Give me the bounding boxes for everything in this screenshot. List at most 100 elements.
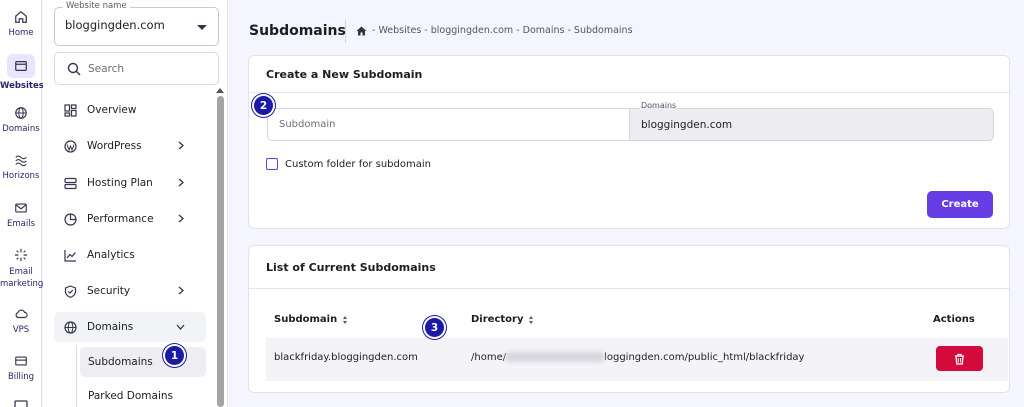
- breadcrumb-path[interactable]: - Websites - bloggingden.com - Domains -…: [372, 25, 633, 36]
- rail-label: Email marketing: [0, 267, 44, 289]
- sidebar-item-domains[interactable]: Domains: [54, 312, 206, 342]
- rail-item-domains[interactable]: Domains: [0, 106, 42, 134]
- sort-icon: [529, 315, 534, 324]
- delete-button[interactable]: [936, 346, 983, 371]
- more-icon[interactable]: [14, 400, 28, 407]
- sidebar-item-label: Overview: [87, 104, 137, 116]
- directory-suffix: loggingden.com/public_html/blackfriday: [604, 352, 805, 363]
- create-subdomain-card: Create a New Subdomain Subdomain Domains…: [248, 55, 1010, 229]
- globe-icon: [15, 107, 27, 119]
- custom-folder-checkbox[interactable]: [266, 158, 278, 170]
- create-button[interactable]: Create: [927, 191, 993, 218]
- sidebar-search-input[interactable]: Search: [54, 52, 219, 85]
- chart-icon: [64, 249, 76, 262]
- rail-item-emails[interactable]: Emails: [0, 201, 42, 229]
- directory-cell: /home/loggingden.com/public_html/blackfr…: [471, 352, 804, 363]
- card-icon: [15, 356, 27, 366]
- websites-icon: [15, 61, 27, 71]
- custom-folder-option[interactable]: Custom folder for subdomain: [266, 158, 431, 170]
- annotation-badge: 2: [254, 96, 273, 115]
- rail-label: Home: [8, 28, 34, 38]
- sidebar-item-analytics[interactable]: Analytics: [54, 240, 206, 270]
- rail-label: VPS: [12, 325, 30, 335]
- divider: [249, 288, 1009, 289]
- column-header-label: Subdomain: [274, 314, 338, 325]
- rail-item-websites[interactable]: Websites: [0, 54, 44, 91]
- column-header-directory[interactable]: Directory: [471, 314, 534, 325]
- subdomain-input[interactable]: Subdomain: [267, 108, 630, 141]
- chevron-down-icon: [176, 324, 185, 330]
- globe-icon: [64, 320, 77, 334]
- rail-item-home[interactable]: Home: [0, 10, 42, 38]
- sidebar-item-wordpress[interactable]: WordPress: [54, 131, 206, 161]
- sidebar-item-label: Security: [87, 285, 131, 297]
- cloud-icon: [15, 309, 28, 319]
- redacted-path: [506, 352, 605, 362]
- sparkle-icon: [14, 248, 28, 262]
- sidebar-item-label: Hosting Plan: [87, 177, 153, 189]
- website-select[interactable]: Website name bloggingden.com: [54, 1, 219, 46]
- trash-icon: [955, 353, 964, 365]
- sidebar-scrollbar[interactable]: [217, 96, 224, 407]
- home-icon[interactable]: [356, 26, 367, 36]
- rail-item-vps[interactable]: VPS: [0, 307, 42, 335]
- submenu-guide-line: [76, 345, 77, 407]
- chevron-right-icon: [178, 286, 184, 295]
- website-select-value: bloggingden.com: [65, 18, 165, 32]
- sidebar-item-label: WordPress: [87, 140, 142, 152]
- sidebar-subitem-label: Parked Domains: [88, 390, 173, 402]
- chevron-right-icon: [178, 178, 184, 187]
- annotation-badge: 1: [165, 346, 184, 365]
- divider: [249, 92, 1009, 93]
- sidebar-item-security[interactable]: Security: [54, 276, 206, 306]
- rail-label: Emails: [6, 219, 35, 229]
- subdomain-placeholder: Subdomain: [279, 119, 336, 130]
- page-title: Subdomains: [249, 23, 346, 39]
- rail-item-horizons[interactable]: Horizons: [0, 153, 42, 181]
- breadcrumb: - Websites - bloggingden.com - Domains -…: [356, 25, 633, 36]
- chevron-down-icon: [197, 25, 207, 30]
- sidebar-item-label: Performance: [87, 213, 154, 225]
- scroll-up-arrow[interactable]: [216, 88, 224, 93]
- column-header-actions: Actions: [933, 314, 975, 325]
- website-sidebar: Website name bloggingden.com Search Over…: [43, 0, 228, 407]
- home-icon: [15, 10, 27, 23]
- sidebar-item-label: Domains: [87, 321, 134, 333]
- column-header-subdomain[interactable]: Subdomain: [274, 314, 348, 325]
- subdomain-cell: blackfriday.bloggingden.com: [274, 352, 418, 363]
- sidebar-item-hosting-plan[interactable]: Hosting Plan: [54, 168, 206, 198]
- sidebar-subitem-subdomains[interactable]: Subdomains: [80, 347, 206, 377]
- horizons-icon: [15, 155, 27, 167]
- domains-value: bloggingden.com: [641, 119, 733, 131]
- sidebar-item-performance[interactable]: Performance: [54, 204, 206, 234]
- chevron-right-icon: [178, 141, 184, 150]
- rail-label: Domains: [2, 124, 40, 134]
- sidebar-item-overview[interactable]: Overview: [54, 95, 206, 125]
- column-header-label: Actions: [933, 314, 975, 325]
- server-icon: [64, 177, 77, 189]
- rail-item-email-marketing[interactable]: Email marketing: [0, 248, 44, 290]
- sidebar-subitem-parked-domains[interactable]: Parked Domains: [80, 381, 206, 407]
- rail-item-billing[interactable]: Billing: [0, 354, 42, 382]
- gauge-icon: [64, 212, 77, 226]
- rail-label: Websites: [0, 81, 44, 91]
- chevron-right-icon: [178, 214, 184, 223]
- checkbox-label: Custom folder for subdomain: [285, 158, 431, 170]
- rail-label: Billing: [7, 372, 35, 382]
- shield-icon: [64, 284, 77, 298]
- sort-icon: [343, 315, 348, 324]
- directory-prefix: /home/: [471, 352, 507, 363]
- annotation-badge: 3: [425, 318, 444, 337]
- overview-icon: [64, 103, 77, 117]
- mail-icon: [15, 203, 27, 213]
- sidebar-item-label: Analytics: [87, 249, 135, 261]
- search-placeholder: Search: [88, 63, 125, 75]
- primary-nav-rail: Home Websites Domains Horizons Emails Em…: [0, 0, 44, 407]
- title-divider: [345, 20, 346, 43]
- domains-field: Domains bloggingden.com: [629, 101, 994, 141]
- website-select-legend: Website name: [63, 1, 130, 11]
- domains-legend: Domains: [640, 101, 678, 110]
- card-title: List of Current Subdomains: [266, 261, 436, 274]
- card-title: Create a New Subdomain: [266, 68, 423, 81]
- sidebar-subitem-label: Subdomains: [88, 356, 153, 368]
